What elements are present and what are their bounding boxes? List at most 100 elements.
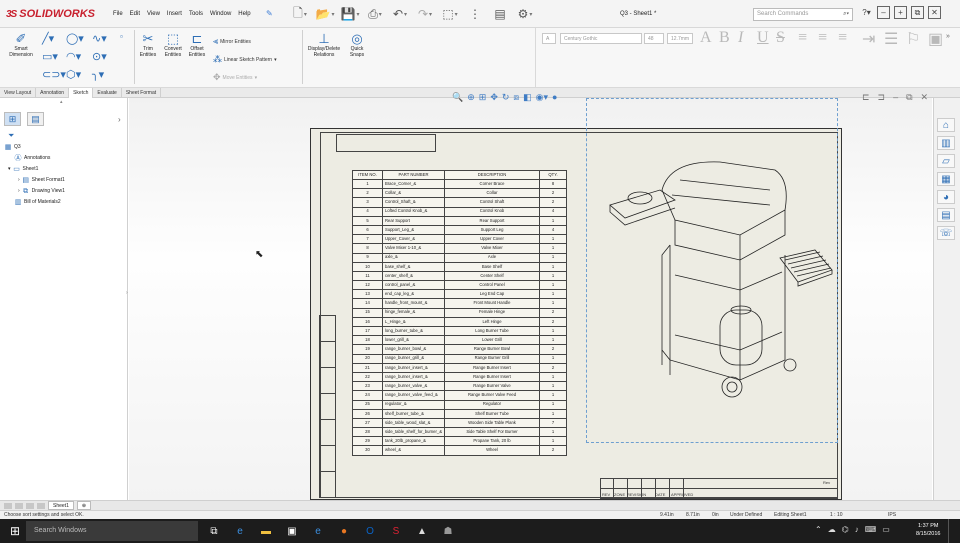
polygon-icon[interactable]: ⬡▾ [66, 68, 81, 81]
store-icon[interactable]: ▣ [284, 523, 300, 539]
column-header-item-no[interactable]: ITEM NO. [352, 170, 383, 180]
part-number-cell[interactable]: regulator_& [381, 399, 446, 410]
traffic-light-icon[interactable]: ⋮ [463, 5, 487, 23]
restore-button[interactable]: ⧉ [911, 6, 924, 19]
qty-cell[interactable]: 2 [538, 344, 568, 355]
table-row[interactable]: 6 Support_Leg_& Support Leg 4 [352, 224, 568, 236]
close-button[interactable]: ✕ [928, 6, 941, 19]
table-row[interactable]: 14 handle_front_mount_& Front Mount Handle… [352, 298, 568, 309]
search-commands-input[interactable]: Search Commands ⌕▾ [753, 8, 853, 21]
help-icon[interactable]: ?▾ [860, 6, 873, 19]
description-cell[interactable]: Leg End Cap [444, 289, 540, 300]
edge-icon[interactable]: e [232, 523, 248, 539]
table-row[interactable]: 13 end_cap_leg_& Leg End Cap 1 [352, 289, 568, 300]
strikethrough-icon[interactable]: S [776, 29, 785, 47]
description-cell[interactable]: Lower Grill [444, 335, 540, 346]
column-header-qty[interactable]: QTY. [538, 170, 568, 180]
battery-icon[interactable]: ▭ [882, 525, 890, 534]
part-number-cell[interactable]: Support_Leg_& [381, 224, 446, 236]
taskbar-clock[interactable]: 1:37 PM 8/15/2016 [916, 522, 940, 538]
line-icon[interactable]: ╱▾ [42, 32, 54, 45]
part-number-cell[interactable]: range_burner_valve_& [381, 381, 446, 392]
description-cell[interactable]: Left Hinge [444, 316, 540, 328]
qty-cell[interactable]: 1 [538, 335, 568, 346]
last-sheet-button[interactable] [37, 502, 45, 509]
table-row[interactable]: 10 base_shelf_& Base Shelf 1 [352, 261, 568, 272]
item-no-cell[interactable]: 26 [352, 408, 383, 419]
qty-cell[interactable]: 1 [538, 261, 568, 272]
description-cell[interactable]: Collar [444, 188, 540, 199]
align-center-icon[interactable]: ≡ [818, 29, 827, 47]
hide-show-icon[interactable]: ◉▾ [536, 92, 548, 103]
qty-cell[interactable]: 1 [538, 215, 568, 226]
qty-cell[interactable]: 1 [538, 353, 568, 364]
qty-cell[interactable]: 1 [538, 325, 568, 337]
table-row[interactable]: 23 range_burner_valve_& Range Burner Valve… [352, 381, 568, 392]
tree-item-sheet1[interactable]: ▾ ▭ Sheet1 [4, 164, 65, 175]
part-number-cell[interactable]: Valve Mixer 1-10_& [381, 243, 446, 254]
item-no-cell[interactable]: 19 [352, 344, 383, 355]
description-cell[interactable]: Long Burner Tube [444, 325, 540, 337]
zoom-to-area-icon[interactable]: ⊕ [467, 92, 475, 103]
item-no-cell[interactable]: 9 [352, 252, 383, 263]
point-icon[interactable]: ▫ [120, 32, 123, 41]
qty-cell[interactable]: 1 [538, 371, 568, 383]
table-row[interactable]: 26 shelf_burner_tube_& Shelf Burner Tube 1 [352, 408, 568, 419]
design-library-icon[interactable]: ▥ [937, 136, 955, 150]
viewport-split2-icon[interactable]: ⊐ [878, 92, 886, 103]
viewport-close-icon[interactable]: ✕ [921, 92, 929, 103]
part-number-cell[interactable]: range_burner_insert_& [381, 371, 446, 383]
home-icon[interactable]: ⌂ [937, 118, 955, 132]
item-no-cell[interactable]: 15 [352, 307, 383, 318]
status-scale[interactable]: 1 : 10 [830, 512, 843, 518]
qty-cell[interactable]: 4 [538, 206, 568, 217]
ellipse-icon[interactable]: ⊙▾ [92, 50, 107, 63]
description-cell[interactable]: Rear Support [444, 215, 540, 226]
network-icon[interactable]: ⌬ [842, 525, 849, 534]
qty-cell[interactable]: 2 [538, 197, 568, 208]
item-no-cell[interactable]: 29 [352, 436, 383, 447]
undo-icon[interactable]: ↶ ▾ [388, 5, 412, 23]
part-number-cell[interactable]: Control_Shaft_& [381, 197, 446, 208]
part-number-cell[interactable]: Rear Support [381, 215, 446, 226]
table-row[interactable]: 21 range_burner_insert_& Range Burner Inse… [352, 362, 568, 373]
view-palette-icon[interactable]: ▦ [937, 172, 955, 186]
file-explorer-icon[interactable]: ▱ [937, 154, 955, 168]
font-size-select[interactable]: 48 [644, 33, 664, 44]
open-folder-icon[interactable]: 📂 ▾ [313, 5, 337, 23]
tab-sketch[interactable]: Sketch [69, 88, 94, 98]
part-number-cell[interactable]: end_cap_leg_& [381, 289, 446, 300]
menu-view[interactable]: View [147, 11, 160, 17]
table-row[interactable]: 4 Lofted Control Knob_& Control Knob 4 [352, 206, 568, 217]
description-cell[interactable]: Range Burner Bowl [444, 344, 540, 355]
item-no-cell[interactable]: 4 [352, 206, 383, 217]
part-number-cell[interactable]: center_shelf_& [381, 270, 446, 282]
table-row[interactable]: 18 lower_grill_& Lower Grill 1 [352, 335, 568, 346]
column-header-description[interactable]: DESCRIPTION [444, 170, 540, 180]
italic-icon[interactable]: I [738, 29, 743, 47]
internet-explorer-icon[interactable]: e [310, 523, 326, 539]
qty-cell[interactable]: 1 [538, 399, 568, 410]
description-cell[interactable]: Shelf Burner Tube [444, 408, 540, 419]
description-cell[interactable]: Control Knob [444, 206, 540, 217]
view-orientation-icon[interactable]: ⧈ [513, 92, 519, 103]
table-row[interactable]: 15 hinge_female_& Female Hinge 2 [352, 307, 568, 318]
table-row[interactable]: 24 range_burner_valve_feed_& Range Burner … [352, 390, 568, 401]
qty-cell[interactable]: 1 [538, 436, 568, 447]
spline-icon[interactable]: ∿▾ [92, 32, 107, 45]
solidworks-forum-icon[interactable]: ☏ [937, 226, 955, 240]
qty-cell[interactable]: 1 [538, 280, 568, 291]
description-cell[interactable]: Range Burner Valve Feed [444, 390, 540, 401]
table-row[interactable]: 1 Brace_Corner_& Corner Brace 8 [352, 178, 568, 190]
item-no-cell[interactable]: 17 [352, 325, 383, 337]
table-row[interactable]: 22 range_burner_insert_& Range Burner Inse… [352, 371, 568, 383]
item-no-cell[interactable]: 25 [352, 399, 383, 410]
item-no-cell[interactable]: 6 [352, 224, 383, 236]
qty-cell[interactable]: 4 [538, 224, 568, 236]
keyboard-icon[interactable]: ⌨ [865, 525, 877, 534]
tree-item-drawing-view1[interactable]: › ⧉ Drawing View1 [4, 186, 65, 197]
text-style-icon[interactable]: A [542, 33, 556, 44]
qty-cell[interactable]: 2 [538, 445, 568, 456]
part-number-cell[interactable]: long_burner_tube_& [381, 325, 446, 337]
outlook-icon[interactable]: O [362, 523, 378, 539]
